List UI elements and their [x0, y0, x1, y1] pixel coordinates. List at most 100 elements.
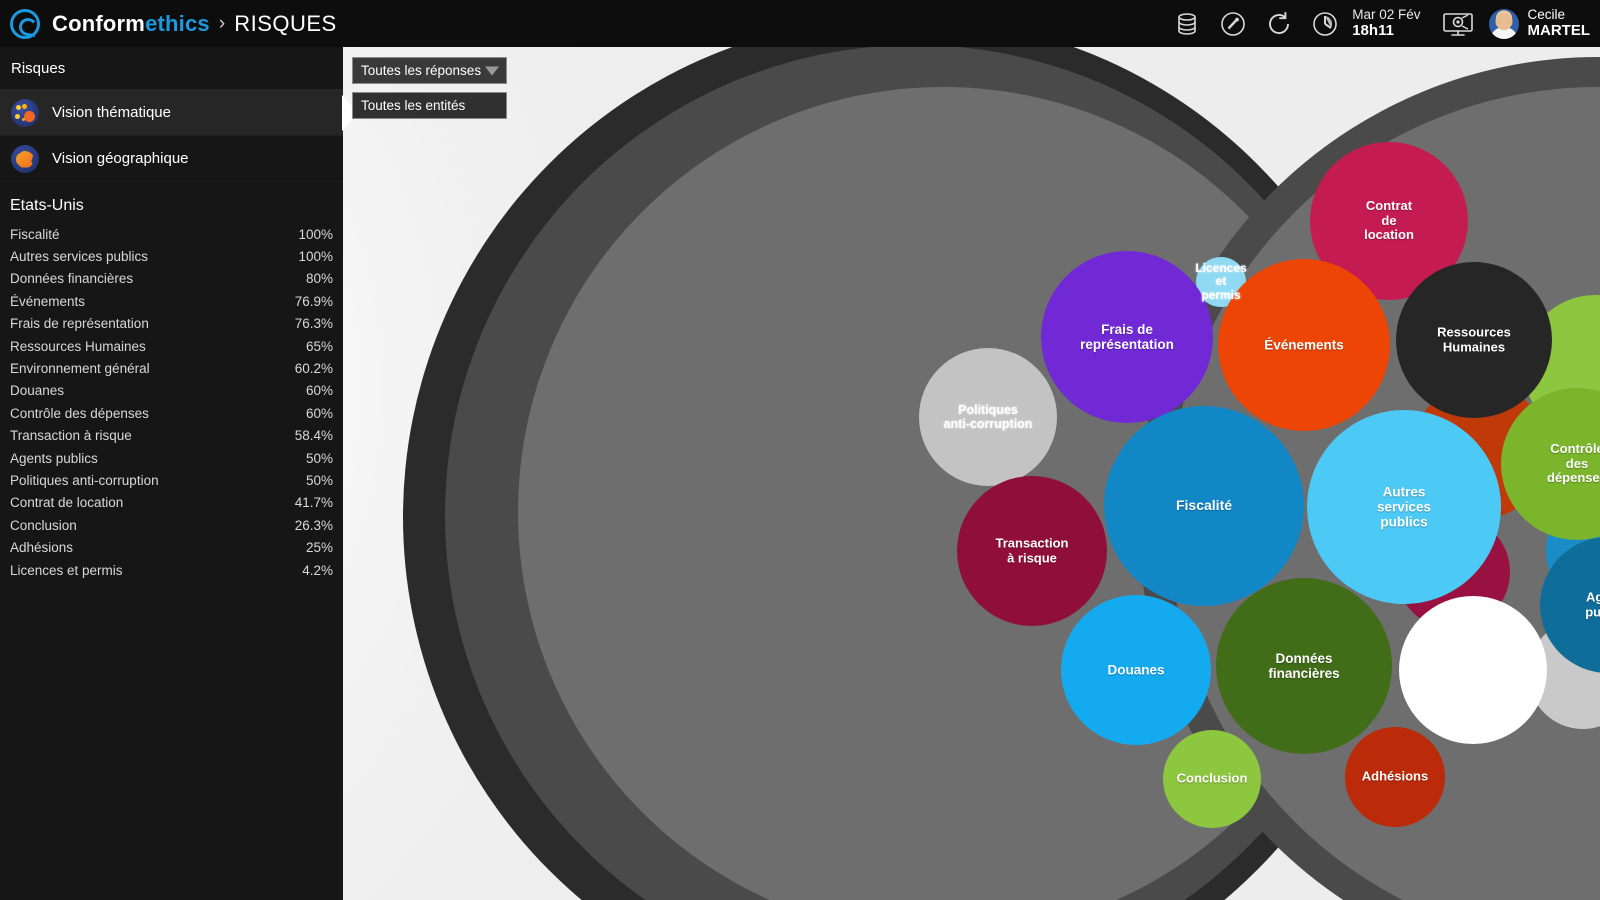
filter-dropdowns: Toutes les réponses Toutes les entités	[352, 57, 507, 127]
wrench-icon[interactable]	[1210, 0, 1256, 47]
risk-value: 25%	[305, 540, 333, 556]
risk-label: Ressources Humaines	[10, 338, 146, 354]
sidebar-item-vision-thematique[interactable]: Vision thématique	[0, 90, 358, 136]
risk-value: 60.2%	[294, 361, 333, 377]
sidebar-title: Risques	[0, 47, 343, 90]
risk-row[interactable]: Contrat de location 41.7%	[0, 492, 343, 514]
risk-value: 80%	[305, 271, 333, 287]
risk-label: Agents publics	[10, 450, 98, 466]
bubble-adhésions[interactable]	[1345, 727, 1445, 827]
risk-value: 41.7%	[294, 495, 333, 511]
risk-row[interactable]: Licences et permis 4.2%	[0, 559, 343, 581]
risk-row[interactable]: Autres services publics 100%	[0, 245, 343, 267]
bubble-données-financières[interactable]	[1216, 578, 1392, 754]
risk-value: 100%	[298, 249, 333, 265]
risk-value: 50%	[305, 450, 333, 466]
risk-value: 65%	[305, 338, 333, 354]
risk-label: Frais de représentation	[10, 316, 149, 332]
filter-entities-label: Toutes les entités	[361, 98, 466, 113]
risk-value: 58.4%	[294, 428, 333, 444]
header-actions: Mar 02 Fév 18h11 Cecile MARTEL	[1164, 0, 1600, 47]
bubble-fiscalité[interactable]	[1104, 406, 1304, 606]
geographic-vision-icon	[11, 144, 39, 173]
bubble-frais de-représentation[interactable]	[1041, 251, 1213, 423]
bubble-événements[interactable]	[1218, 259, 1390, 431]
risk-value: 4.2%	[302, 562, 333, 578]
breadcrumb-separator: ›	[218, 12, 226, 34]
risk-row[interactable]: Transaction à risque 58.4%	[0, 425, 343, 447]
chevron-down-icon	[485, 66, 499, 75]
filter-responses-label: Toutes les réponses	[361, 63, 482, 78]
risk-value: 100%	[298, 226, 333, 242]
risk-row[interactable]: Politiques anti-corruption 50%	[0, 469, 343, 491]
user-first-name: Cecile	[1527, 6, 1566, 22]
refresh-icon[interactable]	[1256, 0, 1302, 47]
filter-responses-dropdown[interactable]: Toutes les réponses	[352, 57, 507, 84]
bubble-politiques-anti-corruption[interactable]	[919, 348, 1057, 486]
user-last-name: MARTEL	[1527, 21, 1591, 39]
risk-row[interactable]: Données financières 80%	[0, 268, 343, 290]
database-icon[interactable]	[1164, 0, 1210, 47]
risk-row[interactable]: Contrôle des dépenses 60%	[0, 402, 343, 424]
sidebar-item-label: Vision thématique	[52, 104, 171, 121]
thematic-vision-icon	[11, 98, 39, 127]
sidebar-item-vision-geographique[interactable]: Vision géographique	[0, 136, 343, 182]
risk-value: 60%	[305, 383, 333, 399]
top-header-bar: Conformethics › RISQUES Mar 02 Fév 18h11…	[0, 0, 1600, 47]
risk-value: 50%	[305, 472, 333, 488]
presentation-screen-icon[interactable]	[1435, 0, 1481, 47]
brand-wordmark: Conformethics	[52, 11, 210, 37]
header-datetime: Mar 02 Fév 18h11	[1352, 8, 1420, 39]
risk-label: Fiscalité	[10, 226, 60, 242]
bubble-environnement-général[interactable]	[1399, 596, 1547, 744]
region-title: Etats-Unis	[10, 197, 84, 214]
risk-row[interactable]: Environnement général 60.2%	[0, 357, 343, 379]
risk-row[interactable]: Agents publics 50%	[0, 447, 343, 469]
risk-label: Environnement général	[10, 361, 150, 377]
brand-text-first: Conform	[52, 10, 146, 36]
bubble-chart-canvas[interactable]: Contrat de location Licences et permis Fra…	[343, 47, 1600, 900]
sidebar-item-label: Vision géographique	[52, 150, 189, 167]
risk-value: 76.9%	[294, 293, 333, 309]
risk-label: Données financières	[10, 271, 134, 287]
risk-row[interactable]: Ressources Humaines 65%	[0, 335, 343, 357]
risk-label: Contrat de location	[10, 495, 124, 511]
risk-row[interactable]: Fiscalité 100%	[0, 223, 343, 245]
risk-value: 26.3%	[294, 517, 333, 533]
risk-value: 76.3%	[294, 316, 333, 332]
risk-value: 60%	[305, 405, 333, 421]
brand-text-second: ethics	[145, 10, 210, 36]
risk-label: Contrôle des dépenses	[10, 405, 149, 421]
bubble-chart-svg	[403, 47, 1600, 900]
risk-row[interactable]: Événements 76.9%	[0, 290, 343, 312]
risk-label: Transaction à risque	[10, 428, 132, 444]
user-name[interactable]: Cecile MARTEL	[1527, 6, 1591, 39]
risk-label: Autres services publics	[10, 249, 149, 265]
header-time: 18h11	[1352, 21, 1394, 39]
risk-row[interactable]: Adhésions 25%	[0, 536, 343, 558]
risk-label: Licences et permis	[10, 562, 123, 578]
bubble-transaction-à risque[interactable]	[957, 476, 1107, 626]
risk-label: Politiques anti-corruption	[10, 472, 159, 488]
risk-label: Douanes	[10, 383, 65, 399]
risk-label: Événements	[10, 293, 86, 309]
risk-list: Fiscalité 100% Autres services publics 100%…	[0, 223, 343, 581]
conformethics-logo-icon	[10, 8, 40, 39]
breadcrumb-current-page: RISQUES	[234, 10, 337, 36]
risk-label: Conclusion	[10, 517, 77, 533]
sidebar: Risques Vision thématique Vision géograp…	[0, 47, 358, 900]
bubble-conclusion[interactable]	[1163, 730, 1261, 828]
brand-logo[interactable]: Conformethics › RISQUES	[0, 8, 337, 39]
avatar[interactable]	[1488, 8, 1519, 39]
bubble-autres-services-publics[interactable]	[1307, 410, 1501, 604]
bubble-ressources-humaines[interactable]	[1396, 262, 1552, 418]
risk-row[interactable]: Douanes 60%	[0, 380, 343, 402]
bubble-douanes[interactable]	[1061, 595, 1211, 745]
application-window: Conformethics › RISQUES Mar 02 Fév 18h11…	[0, 0, 1600, 900]
header-date: Mar 02 Fév	[1352, 7, 1421, 23]
risk-row[interactable]: Frais de représentation 76.3%	[0, 313, 343, 335]
risk-row[interactable]: Conclusion 26.3%	[0, 514, 343, 536]
risk-label: Adhésions	[10, 540, 74, 556]
filter-entities-dropdown[interactable]: Toutes les entités	[352, 92, 507, 119]
clock-icon[interactable]	[1302, 0, 1348, 47]
